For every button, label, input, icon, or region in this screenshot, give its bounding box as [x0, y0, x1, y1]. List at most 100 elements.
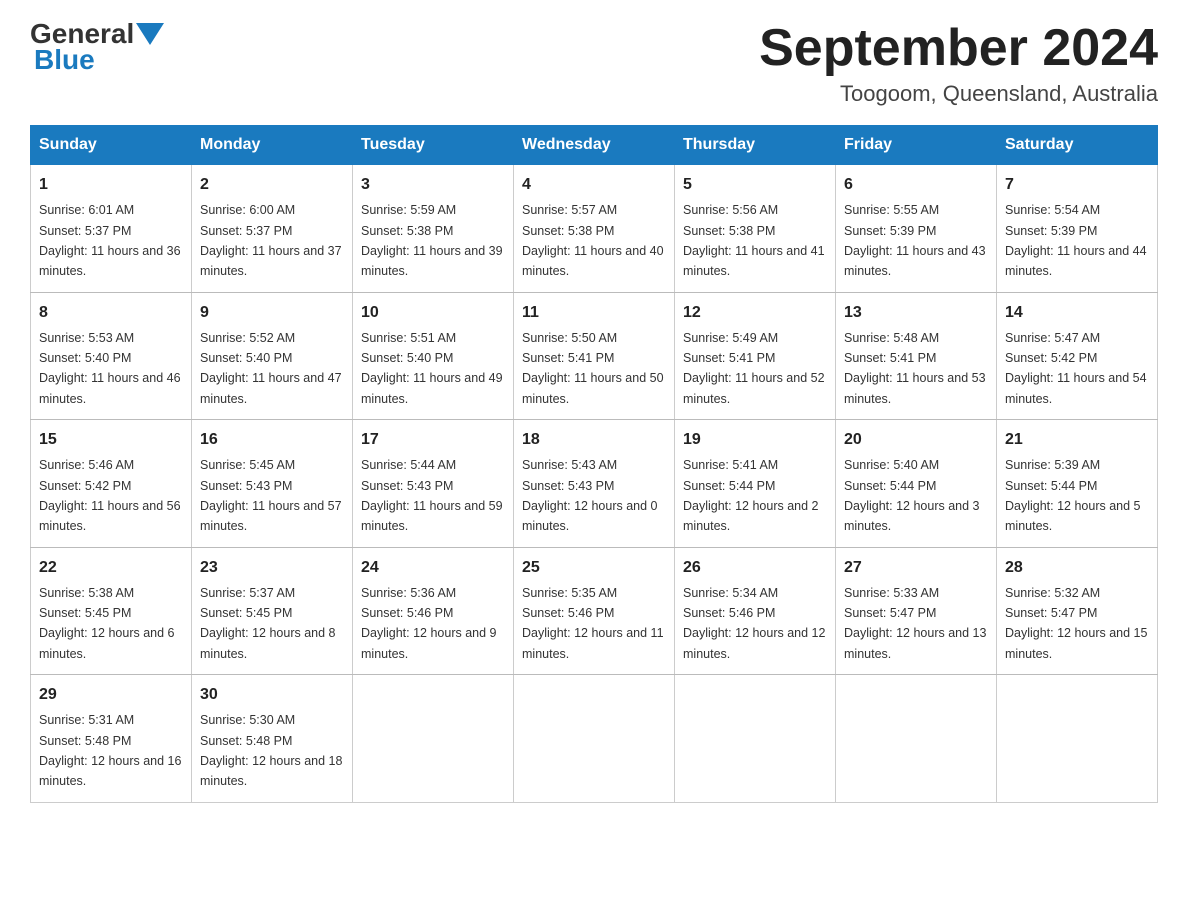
calendar-cell: 15 Sunrise: 5:46 AMSunset: 5:42 PMDaylig…: [31, 420, 192, 548]
calendar-week-row: 8 Sunrise: 5:53 AMSunset: 5:40 PMDayligh…: [31, 292, 1158, 420]
day-info: Sunrise: 5:44 AMSunset: 5:43 PMDaylight:…: [361, 458, 503, 533]
calendar-cell: 25 Sunrise: 5:35 AMSunset: 5:46 PMDaylig…: [514, 547, 675, 675]
day-info: Sunrise: 5:32 AMSunset: 5:47 PMDaylight:…: [1005, 586, 1147, 661]
day-number: 29: [39, 683, 183, 707]
day-number: 28: [1005, 556, 1149, 580]
calendar-week-row: 29 Sunrise: 5:31 AMSunset: 5:48 PMDaylig…: [31, 675, 1158, 803]
day-info: Sunrise: 6:01 AMSunset: 5:37 PMDaylight:…: [39, 203, 181, 278]
calendar-cell: 30 Sunrise: 5:30 AMSunset: 5:48 PMDaylig…: [192, 675, 353, 803]
day-number: 27: [844, 556, 988, 580]
calendar-cell: 29 Sunrise: 5:31 AMSunset: 5:48 PMDaylig…: [31, 675, 192, 803]
calendar-cell: 13 Sunrise: 5:48 AMSunset: 5:41 PMDaylig…: [836, 292, 997, 420]
day-info: Sunrise: 5:51 AMSunset: 5:40 PMDaylight:…: [361, 331, 503, 406]
day-number: 16: [200, 428, 344, 452]
day-info: Sunrise: 5:34 AMSunset: 5:46 PMDaylight:…: [683, 586, 825, 661]
calendar-cell: 22 Sunrise: 5:38 AMSunset: 5:45 PMDaylig…: [31, 547, 192, 675]
day-number: 20: [844, 428, 988, 452]
day-info: Sunrise: 5:47 AMSunset: 5:42 PMDaylight:…: [1005, 331, 1147, 406]
calendar-header-row: SundayMondayTuesdayWednesdayThursdayFrid…: [31, 126, 1158, 165]
day-info: Sunrise: 5:36 AMSunset: 5:46 PMDaylight:…: [361, 586, 497, 661]
calendar-cell: 18 Sunrise: 5:43 AMSunset: 5:43 PMDaylig…: [514, 420, 675, 548]
day-info: Sunrise: 5:37 AMSunset: 5:45 PMDaylight:…: [200, 586, 336, 661]
location-subtitle: Toogoom, Queensland, Australia: [759, 81, 1158, 107]
calendar-cell: 5 Sunrise: 5:56 AMSunset: 5:38 PMDayligh…: [675, 165, 836, 293]
calendar-cell: 19 Sunrise: 5:41 AMSunset: 5:44 PMDaylig…: [675, 420, 836, 548]
day-info: Sunrise: 5:56 AMSunset: 5:38 PMDaylight:…: [683, 203, 825, 278]
day-number: 18: [522, 428, 666, 452]
day-number: 9: [200, 301, 344, 325]
calendar-cell: [353, 675, 514, 803]
calendar-cell: 20 Sunrise: 5:40 AMSunset: 5:44 PMDaylig…: [836, 420, 997, 548]
day-info: Sunrise: 5:35 AMSunset: 5:46 PMDaylight:…: [522, 586, 664, 661]
calendar-cell: 23 Sunrise: 5:37 AMSunset: 5:45 PMDaylig…: [192, 547, 353, 675]
calendar-cell: 8 Sunrise: 5:53 AMSunset: 5:40 PMDayligh…: [31, 292, 192, 420]
day-number: 7: [1005, 173, 1149, 197]
calendar-cell: 26 Sunrise: 5:34 AMSunset: 5:46 PMDaylig…: [675, 547, 836, 675]
day-info: Sunrise: 5:39 AMSunset: 5:44 PMDaylight:…: [1005, 458, 1141, 533]
calendar-cell: 14 Sunrise: 5:47 AMSunset: 5:42 PMDaylig…: [997, 292, 1158, 420]
col-header-thursday: Thursday: [675, 126, 836, 165]
day-info: Sunrise: 5:41 AMSunset: 5:44 PMDaylight:…: [683, 458, 819, 533]
day-info: Sunrise: 5:38 AMSunset: 5:45 PMDaylight:…: [39, 586, 175, 661]
calendar-cell: 21 Sunrise: 5:39 AMSunset: 5:44 PMDaylig…: [997, 420, 1158, 548]
day-number: 22: [39, 556, 183, 580]
calendar-cell: [836, 675, 997, 803]
day-number: 17: [361, 428, 505, 452]
day-info: Sunrise: 5:53 AMSunset: 5:40 PMDaylight:…: [39, 331, 181, 406]
day-number: 30: [200, 683, 344, 707]
col-header-saturday: Saturday: [997, 126, 1158, 165]
day-info: Sunrise: 5:30 AMSunset: 5:48 PMDaylight:…: [200, 713, 342, 788]
day-number: 6: [844, 173, 988, 197]
day-info: Sunrise: 5:46 AMSunset: 5:42 PMDaylight:…: [39, 458, 181, 533]
calendar-cell: 2 Sunrise: 6:00 AMSunset: 5:37 PMDayligh…: [192, 165, 353, 293]
day-number: 8: [39, 301, 183, 325]
logo: General Blue: [30, 20, 166, 76]
calendar-week-row: 1 Sunrise: 6:01 AMSunset: 5:37 PMDayligh…: [31, 165, 1158, 293]
col-header-sunday: Sunday: [31, 126, 192, 165]
month-year-title: September 2024: [759, 20, 1158, 77]
day-number: 21: [1005, 428, 1149, 452]
day-info: Sunrise: 5:57 AMSunset: 5:38 PMDaylight:…: [522, 203, 664, 278]
title-area: September 2024 Toogoom, Queensland, Aust…: [759, 20, 1158, 107]
day-number: 2: [200, 173, 344, 197]
day-number: 5: [683, 173, 827, 197]
page-header: General Blue September 2024 Toogoom, Que…: [30, 20, 1158, 107]
day-number: 11: [522, 301, 666, 325]
calendar-cell: [997, 675, 1158, 803]
day-info: Sunrise: 6:00 AMSunset: 5:37 PMDaylight:…: [200, 203, 342, 278]
day-number: 19: [683, 428, 827, 452]
calendar-table: SundayMondayTuesdayWednesdayThursdayFrid…: [30, 125, 1158, 803]
day-number: 14: [1005, 301, 1149, 325]
calendar-cell: 10 Sunrise: 5:51 AMSunset: 5:40 PMDaylig…: [353, 292, 514, 420]
col-header-wednesday: Wednesday: [514, 126, 675, 165]
day-number: 25: [522, 556, 666, 580]
day-info: Sunrise: 5:40 AMSunset: 5:44 PMDaylight:…: [844, 458, 980, 533]
calendar-cell: 24 Sunrise: 5:36 AMSunset: 5:46 PMDaylig…: [353, 547, 514, 675]
calendar-cell: 3 Sunrise: 5:59 AMSunset: 5:38 PMDayligh…: [353, 165, 514, 293]
day-number: 4: [522, 173, 666, 197]
day-info: Sunrise: 5:59 AMSunset: 5:38 PMDaylight:…: [361, 203, 503, 278]
calendar-cell: 1 Sunrise: 6:01 AMSunset: 5:37 PMDayligh…: [31, 165, 192, 293]
day-number: 26: [683, 556, 827, 580]
day-number: 1: [39, 173, 183, 197]
day-info: Sunrise: 5:50 AMSunset: 5:41 PMDaylight:…: [522, 331, 664, 406]
day-info: Sunrise: 5:43 AMSunset: 5:43 PMDaylight:…: [522, 458, 658, 533]
day-number: 23: [200, 556, 344, 580]
calendar-cell: [675, 675, 836, 803]
col-header-monday: Monday: [192, 126, 353, 165]
calendar-cell: 6 Sunrise: 5:55 AMSunset: 5:39 PMDayligh…: [836, 165, 997, 293]
day-info: Sunrise: 5:31 AMSunset: 5:48 PMDaylight:…: [39, 713, 181, 788]
calendar-cell: 7 Sunrise: 5:54 AMSunset: 5:39 PMDayligh…: [997, 165, 1158, 293]
col-header-tuesday: Tuesday: [353, 126, 514, 165]
day-info: Sunrise: 5:49 AMSunset: 5:41 PMDaylight:…: [683, 331, 825, 406]
day-info: Sunrise: 5:45 AMSunset: 5:43 PMDaylight:…: [200, 458, 342, 533]
col-header-friday: Friday: [836, 126, 997, 165]
day-info: Sunrise: 5:54 AMSunset: 5:39 PMDaylight:…: [1005, 203, 1147, 278]
day-info: Sunrise: 5:48 AMSunset: 5:41 PMDaylight:…: [844, 331, 986, 406]
calendar-cell: 12 Sunrise: 5:49 AMSunset: 5:41 PMDaylig…: [675, 292, 836, 420]
day-number: 10: [361, 301, 505, 325]
day-number: 12: [683, 301, 827, 325]
day-info: Sunrise: 5:55 AMSunset: 5:39 PMDaylight:…: [844, 203, 986, 278]
calendar-cell: 11 Sunrise: 5:50 AMSunset: 5:41 PMDaylig…: [514, 292, 675, 420]
day-number: 24: [361, 556, 505, 580]
